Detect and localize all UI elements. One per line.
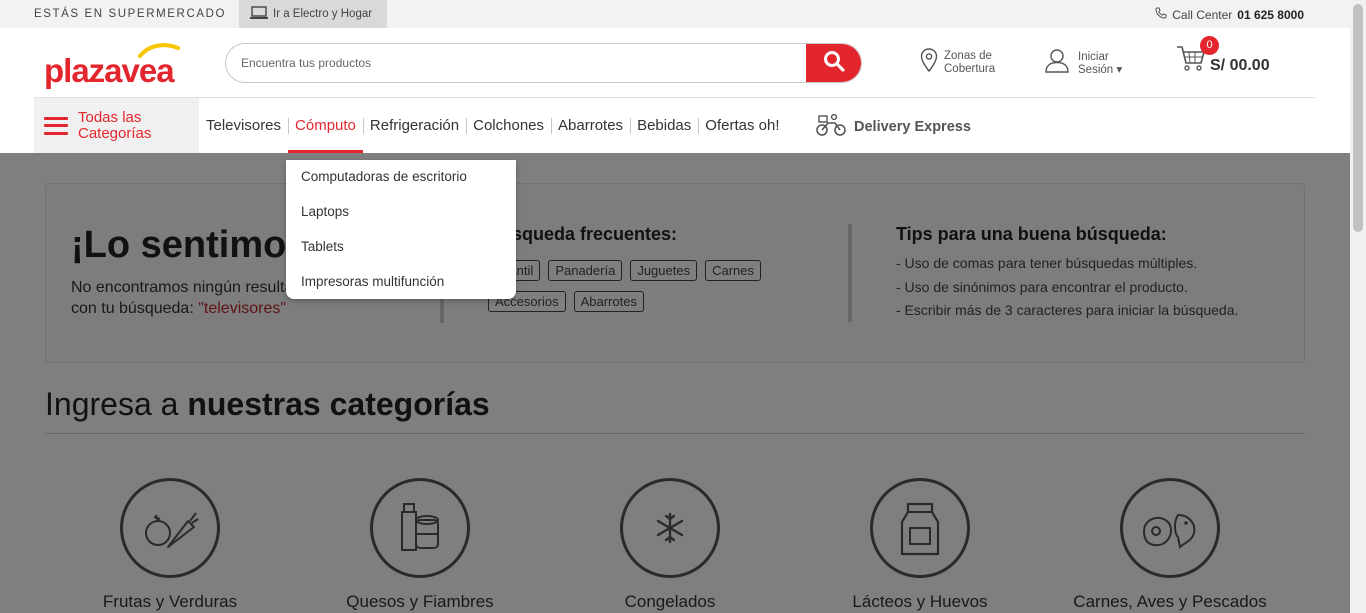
- all-categories-label: Todas las Categorías: [78, 108, 152, 142]
- location-pin-icon: [920, 48, 938, 77]
- call-center-number: 01 625 8000: [1237, 7, 1304, 22]
- main-nav: Todas las Categorías Televisores Cómputo…: [0, 98, 1350, 159]
- scrollbar-thumb[interactable]: [1353, 4, 1363, 232]
- nav-item-bebidas[interactable]: Bebidas: [630, 98, 698, 153]
- call-center[interactable]: Call Center 01 625 8000: [1155, 7, 1304, 22]
- computo-submenu: Computadoras de escritorio Laptops Table…: [286, 160, 516, 299]
- delivery-express-label: Delivery Express: [854, 119, 971, 135]
- coverage-line1: Zonas de: [944, 49, 992, 62]
- nav-item-computo[interactable]: Cómputo: [288, 98, 363, 159]
- electro-hogar-label: Ir a Electro y Hogar: [273, 8, 373, 20]
- nav-item-refrigeracion[interactable]: Refrigeración: [362, 98, 466, 153]
- nav-item-abarrotes[interactable]: Abarrotes: [551, 98, 630, 153]
- search-icon: [823, 50, 845, 77]
- search-button[interactable]: [806, 44, 861, 82]
- nav-item-ofertas[interactable]: Ofertas oh!: [698, 98, 786, 153]
- coverage-zones-label: Zonas de Cobertura: [944, 50, 995, 76]
- submenu-item-printers[interactable]: Impresoras multifunción: [286, 270, 516, 305]
- delivery-express-link[interactable]: Delivery Express: [816, 113, 971, 141]
- coverage-line2: Cobertura: [944, 62, 996, 75]
- header: plazavea Zonas de Cobertura Iniciar Sesi…: [0, 28, 1350, 98]
- top-strip: ESTÁS EN SUPERMERCADO Ir a Electro y Hog…: [0, 0, 1350, 28]
- menu-backdrop-overlay[interactable]: [0, 153, 1350, 613]
- cart-button[interactable]: 0 S/ 00.00: [1176, 36, 1286, 80]
- all-categories-button[interactable]: Todas las Categorías: [34, 98, 199, 153]
- nav-items: Televisores Cómputo Refrigeración Colcho…: [199, 98, 786, 159]
- login-link[interactable]: Iniciar Sesión ▾: [1044, 48, 1122, 79]
- cart-count-badge: 0: [1200, 36, 1219, 55]
- hamburger-icon: [44, 116, 68, 135]
- submenu-item-desktops[interactable]: Computadoras de escritorio: [286, 165, 516, 200]
- plazavea-logo[interactable]: plazavea: [44, 42, 184, 89]
- laptop-icon: [249, 5, 269, 23]
- logo-text: plazavea: [44, 52, 175, 89]
- market-label: ESTÁS EN SUPERMERCADO: [34, 8, 227, 20]
- submenu-item-tablets[interactable]: Tablets: [286, 235, 516, 270]
- search-bar: [225, 43, 862, 83]
- submenu-item-laptops[interactable]: Laptops: [286, 200, 516, 235]
- user-icon: [1044, 48, 1070, 79]
- coverage-zones-link[interactable]: Zonas de Cobertura: [920, 48, 995, 77]
- nav-item-colchones[interactable]: Colchones: [466, 98, 551, 153]
- login-label: Iniciar Sesión ▾: [1078, 51, 1122, 77]
- page-scrollbar[interactable]: [1350, 0, 1366, 613]
- login-line1: Iniciar: [1078, 50, 1109, 63]
- search-input[interactable]: [226, 44, 808, 82]
- cart-total: S/ 00.00: [1210, 57, 1270, 74]
- call-center-label: Call Center: [1172, 7, 1233, 22]
- phone-icon: [1155, 7, 1167, 22]
- motorcycle-icon: [816, 113, 846, 141]
- nav-item-televisores[interactable]: Televisores: [199, 98, 288, 153]
- electro-hogar-link[interactable]: Ir a Electro y Hogar: [239, 0, 387, 28]
- login-line2: Sesión ▾: [1078, 63, 1123, 76]
